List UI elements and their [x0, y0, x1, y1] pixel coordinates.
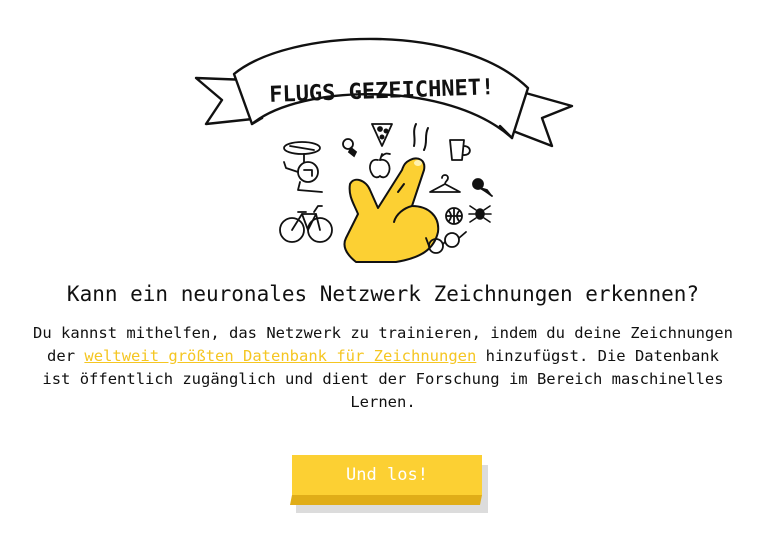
ice-cream-cone-icon [472, 178, 493, 197]
page-headline: Kann ein neuronales Netzwerk Zeichnungen… [66, 282, 700, 306]
start-button[interactable]: Und los! [290, 455, 482, 505]
spider-icon [468, 205, 492, 223]
apple-icon [369, 152, 391, 179]
hero-illustration: FLUGS GEZEICHNET! [0, 0, 766, 270]
helicopter-icon [283, 141, 323, 193]
lightbulb-icon [342, 138, 358, 158]
intro-description: Du kannst mithelfen, das Netzwerk zu tra… [30, 322, 736, 414]
pizza-slice-icon [371, 123, 393, 147]
basketball-icon [445, 207, 463, 225]
start-button-label: Und los! [292, 455, 482, 495]
coffee-mug-icon [449, 139, 471, 161]
start-button-container: Und los! [290, 455, 490, 513]
dataset-link[interactable]: weltweit größten Datenbank für Zeichnung… [84, 347, 476, 365]
bicycle-icon [279, 205, 333, 243]
pointing-hand-icon [343, 123, 440, 263]
hanger-icon [429, 174, 461, 193]
start-button-edge [290, 495, 482, 505]
